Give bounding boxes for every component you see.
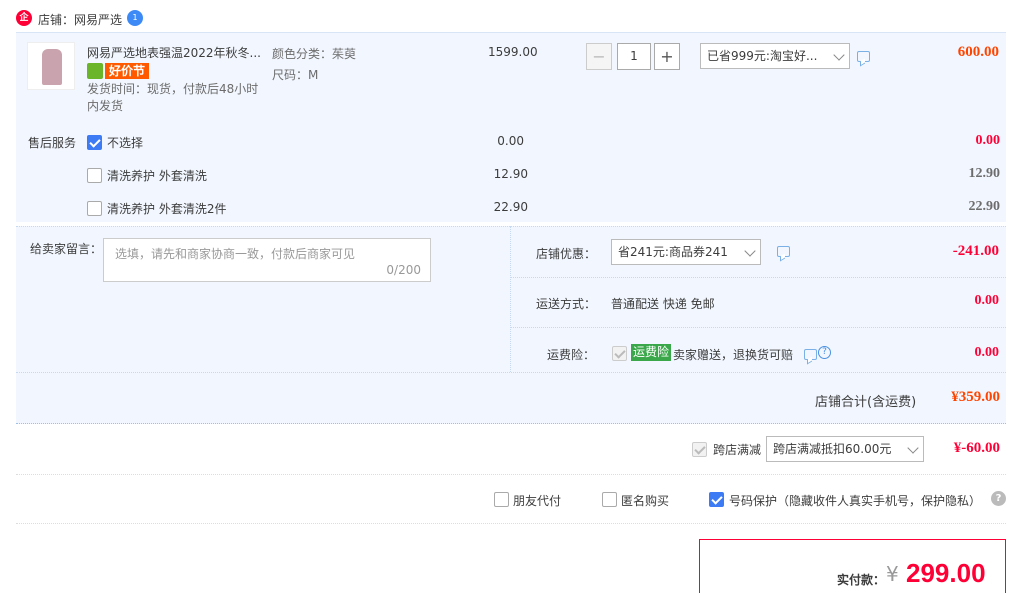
product-thumbnail[interactable] [27,42,75,90]
chevron-down-icon [833,49,845,61]
freight-insurance-tag: 运费险 [631,344,672,361]
cross-shop-value: 跨店满减抵扣60.00元 [773,442,892,456]
payment-currency: ¥ [886,562,899,586]
size-spec: 尺码：M [272,68,319,82]
shipping-value: 普通配送 快递 免邮 [611,297,715,311]
chevron-down-icon [744,245,756,257]
freight-insurance-label: 运费险： [547,348,596,362]
shop-discount-label: 店铺优惠： [536,247,597,261]
after-sale-option-label[interactable]: 清洗养护 外套清洗 [107,167,207,184]
shop-discount-value: 省241元:商品券241 [618,245,728,259]
freight-insurance-text: 卖家赠送，退换货可赔 [673,348,794,362]
promo-badge-label: 好价节 [105,63,150,79]
comment-icon[interactable] [777,246,790,257]
shop-discount-amount: -241.00 [952,243,999,259]
message-textarea[interactable]: 选填，请先和商家协商一致，付款后商家可见 0/200 [103,238,431,282]
chevron-down-icon [907,442,919,454]
item-title[interactable]: 网易严选地表强温2022年秋冬... [87,44,267,61]
privacy-checkbox[interactable] [709,492,724,507]
shop-header: 企 店铺：网易严选 1 [16,9,416,29]
shop-discount-select[interactable]: 省241元:商品券241 [611,239,761,265]
after-sale-option-price: 22.90 [493,200,528,214]
after-sale-option-price: 0.00 [497,134,524,148]
shop-total-amount: ¥359.00 [951,389,1000,405]
cross-shop-label: 跨店满减 [713,443,762,457]
unit-price: 1599.00 [488,45,538,59]
freight-insurance-checkbox[interactable] [612,346,627,361]
comment-icon[interactable] [804,349,817,360]
promo-leaf-icon [87,63,103,79]
payment-summary-box: 实付款： ¥ 299.00 [699,539,1006,593]
row-divider [510,327,1006,328]
after-sale-label: 售后服务 [28,136,77,150]
wangwang-chat-icon[interactable]: 1 [127,10,143,26]
shop-total-label: 店铺合计(含运费) [815,395,917,410]
shipping-label: 运送方式： [536,297,597,311]
after-sale-none-checkbox[interactable] [87,135,102,150]
friend-pay-label[interactable]: 朋友代付 [513,492,561,509]
row-divider [16,523,1006,524]
item-subtotal: 600.00 [957,44,999,60]
row-divider [510,277,1006,278]
privacy-label[interactable]: 号码保护（隐藏收件人真实手机号，保护隐私） [729,492,981,509]
anonymous-label[interactable]: 匿名购买 [621,492,669,509]
payment-label: 实付款： [837,573,886,587]
message-placeholder: 选填，请先和商家协商一致，付款后商家可见 [115,247,356,261]
comment-icon[interactable] [857,51,870,62]
after-sale-option-price: 12.90 [493,167,528,181]
shipping-amount: 0.00 [974,293,1000,308]
after-sale-option-total: 0.00 [975,133,1001,148]
item-discount-value: 已省999元:淘宝好... [707,49,818,63]
item-discount-select[interactable]: 已省999元:淘宝好... [700,43,850,69]
cross-shop-checkbox[interactable] [692,442,707,457]
help-question-icon[interactable]: ? [991,491,1006,506]
after-sale-option-label[interactable]: 不选择 [107,134,143,151]
quantity-plus-button[interactable]: + [654,43,680,70]
coat-image [42,49,62,85]
cross-shop-select[interactable]: 跨店满减抵扣60.00元 [766,436,924,462]
after-sale-option-total: 22.90 [968,199,1001,214]
payment-amount: 299.00 [906,558,986,588]
color-spec: 颜色分类：茱萸 [272,47,357,61]
tmall-shop-icon: 企 [16,10,32,26]
anonymous-checkbox[interactable] [602,492,617,507]
message-label: 给卖家留言： [30,242,103,256]
after-sale-wash2-checkbox[interactable] [87,201,102,216]
quantity-stepper: − 1 + [586,43,682,70]
friend-pay-checkbox[interactable] [494,492,509,507]
row-divider [16,474,1006,475]
after-sale-option-label[interactable]: 清洗养护 外套清洗2件 [107,200,226,217]
help-question-icon[interactable]: ? [818,346,831,359]
cross-shop-amount: ¥-60.00 [953,440,1000,456]
quantity-input[interactable]: 1 [617,43,651,70]
quantity-minus-button[interactable]: − [586,43,612,70]
freight-insurance-amount: 0.00 [974,345,1000,360]
delivery-time: 发货时间：现货，付款后48小时内发货 [87,82,259,113]
panel-divider [510,226,511,372]
after-sale-option-total: 12.90 [968,166,1001,181]
row-divider [16,372,1006,373]
message-counter: 0/200 [386,263,421,277]
shop-name-label[interactable]: 店铺：网易严选 [38,11,122,28]
after-sale-wash-checkbox[interactable] [87,168,102,183]
